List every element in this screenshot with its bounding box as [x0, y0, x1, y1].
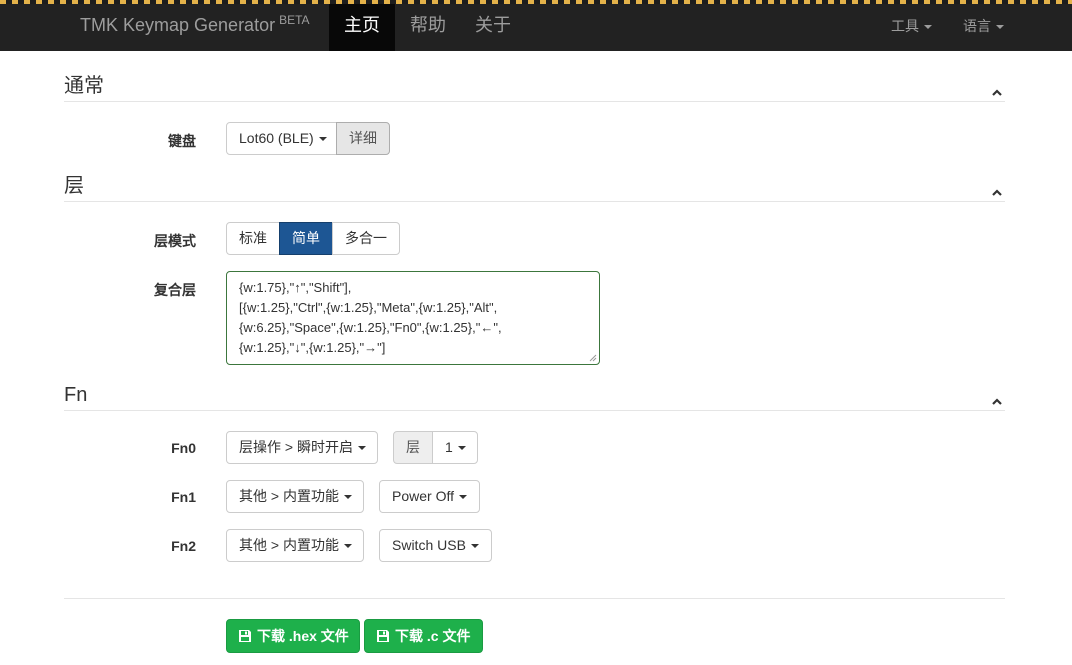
layer-mode-label: 层模式	[154, 233, 196, 249]
fn0-action: 层操作 > 瞬时开启	[239, 439, 353, 455]
caret-down-icon	[343, 544, 352, 549]
nav-about[interactable]: 关于	[460, 4, 526, 51]
tools-label: 工具	[891, 18, 919, 34]
chevron-up-icon[interactable]	[991, 87, 1003, 97]
fn0-layer-value: 1	[445, 439, 453, 455]
section-layers-title: 层	[64, 175, 84, 197]
brand-title: TMK Keymap Generator	[80, 15, 276, 35]
caret-down-icon	[996, 25, 1004, 30]
fn2-label: Fn2	[171, 538, 196, 554]
caret-down-icon	[924, 25, 932, 30]
caret-down-icon	[343, 495, 352, 500]
section-layers: 层	[64, 166, 1005, 202]
caret-down-icon	[459, 495, 467, 500]
divider	[64, 598, 1005, 599]
section-fn-title: Fn	[64, 384, 88, 406]
section-general: 通常	[64, 66, 1005, 102]
fn2-param: Switch USB	[392, 537, 466, 553]
fn1-param: Power Off	[392, 488, 454, 504]
floppy-disk-icon	[239, 630, 251, 642]
section-fn: Fn	[64, 375, 1005, 411]
keyboard-select[interactable]: Lot60 (BLE)	[226, 122, 337, 155]
floppy-disk-icon	[377, 630, 389, 642]
fn0-layer-addon: 层	[393, 431, 433, 464]
chevron-up-icon[interactable]	[991, 396, 1003, 406]
caret-down-icon	[470, 544, 479, 549]
layer-mode-standard[interactable]: 标准	[226, 222, 280, 255]
caret-down-icon	[457, 446, 466, 451]
navbar: TMK Keymap Generator BETA 主页 帮助 关于 工具 语言	[0, 4, 1072, 51]
fn0-layer-select[interactable]: 1	[432, 431, 478, 464]
download-c-label: 下载 .c 文件	[395, 628, 471, 644]
textarea-line: [{w:1.25},"Ctrl",{w:1.25},"Meta",{w:1.25…	[239, 300, 498, 315]
fn2-action-select[interactable]: 其他 > 内置功能	[226, 529, 364, 562]
section-general-title: 通常	[64, 75, 104, 97]
fn1-param-select[interactable]: Power Off	[379, 480, 480, 513]
fn1-action-select[interactable]: 其他 > 内置功能	[226, 480, 364, 513]
caret-down-icon	[357, 446, 366, 451]
fn1-action: 其他 > 内置功能	[239, 488, 339, 504]
textarea-content: {w:1.75},"↑","Shift"], [{w:1.25},"Ctrl",…	[239, 272, 502, 358]
textarea-line: {w:1.25},"↓",{w:1.25},"→"]	[239, 340, 386, 355]
nav-help[interactable]: 帮助	[395, 4, 461, 51]
layer-mode-all-in-one[interactable]: 多合一	[332, 222, 400, 255]
language-label: 语言	[963, 18, 991, 34]
textarea-line: {w:1.75},"↑","Shift"],	[239, 280, 352, 295]
download-c-button[interactable]: 下载 .c 文件	[364, 619, 483, 653]
tools-dropdown[interactable]: 工具	[891, 4, 932, 51]
beta-badge: BETA	[279, 13, 310, 27]
fn2-action: 其他 > 内置功能	[239, 537, 339, 553]
textarea-partial-line	[239, 272, 502, 278]
keyboard-label: 键盘	[168, 133, 196, 149]
download-hex-button[interactable]: 下载 .hex 文件	[226, 619, 360, 653]
fn2-param-select[interactable]: Switch USB	[379, 529, 492, 562]
language-dropdown[interactable]: 语言	[963, 4, 1004, 51]
keyboard-details-button[interactable]: 详细	[336, 122, 390, 155]
composite-layer-textarea[interactable]: {w:1.75},"↑","Shift"], [{w:1.25},"Ctrl",…	[226, 271, 600, 365]
fn0-label: Fn0	[171, 440, 196, 456]
brand[interactable]: TMK Keymap Generator BETA	[80, 4, 310, 51]
chevron-up-icon[interactable]	[991, 187, 1003, 197]
fn0-action-select[interactable]: 层操作 > 瞬时开启	[226, 431, 378, 464]
download-hex-label: 下载 .hex 文件	[257, 628, 349, 644]
resize-handle-icon[interactable]	[589, 354, 597, 362]
composite-layer-label: 复合层	[154, 282, 196, 298]
caret-down-icon	[318, 137, 327, 142]
textarea-line: {w:6.25},"Space",{w:1.25},"Fn0",{w:1.25}…	[239, 320, 502, 335]
fn1-label: Fn1	[171, 489, 196, 505]
layer-mode-simple[interactable]: 简单	[279, 222, 333, 255]
nav-home[interactable]: 主页	[329, 4, 395, 51]
keyboard-selected: Lot60 (BLE)	[239, 130, 314, 146]
